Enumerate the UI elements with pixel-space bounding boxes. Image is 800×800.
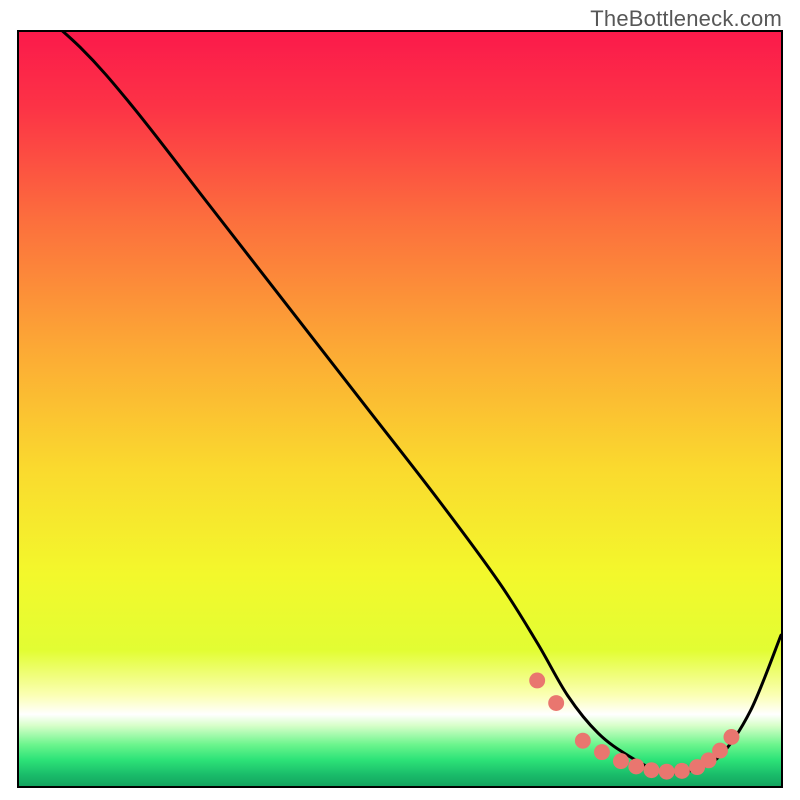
curve-marker	[674, 763, 690, 779]
curve-marker	[724, 729, 740, 745]
curve-marker	[659, 764, 675, 780]
chart-container: TheBottleneck.com	[0, 0, 800, 800]
curve-marker	[613, 753, 629, 769]
curve-layer	[19, 32, 781, 786]
curve-marker	[575, 733, 591, 749]
curve-marker	[712, 743, 728, 759]
curve-marker	[628, 758, 644, 774]
curve-marker	[594, 744, 610, 760]
marker-group	[529, 673, 739, 780]
bottleneck-curve	[19, 32, 781, 773]
watermark-text: TheBottleneck.com	[590, 6, 782, 32]
curve-marker	[644, 762, 660, 778]
curve-marker	[529, 673, 545, 689]
plot-area	[17, 30, 783, 788]
curve-marker	[548, 695, 564, 711]
